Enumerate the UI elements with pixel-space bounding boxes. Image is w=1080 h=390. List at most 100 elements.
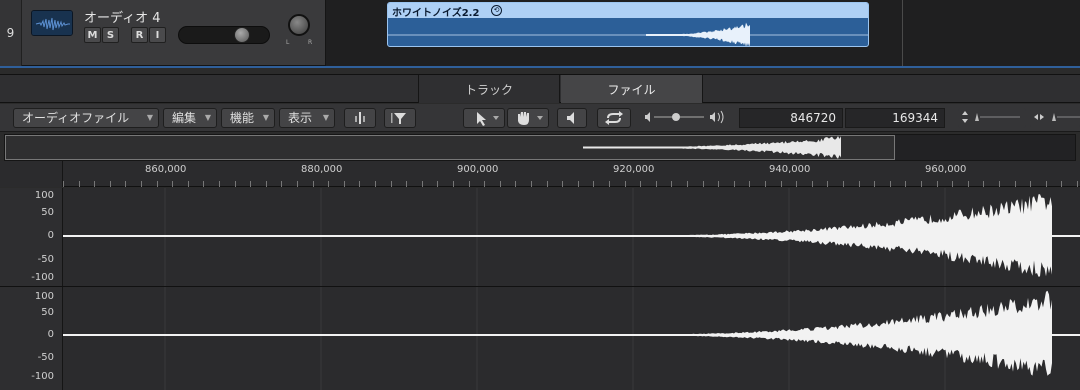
ruler-tick: [359, 181, 360, 187]
ruler-tick: [703, 181, 704, 187]
volume-slider-handle[interactable]: [234, 27, 250, 43]
cycle-button[interactable]: [597, 108, 631, 128]
ruler-tick: [375, 181, 376, 187]
ruler-tick: [734, 181, 735, 187]
ruler-tick: [1015, 181, 1016, 187]
ruler-label: 940,000: [769, 164, 811, 175]
overview-waveform: [583, 136, 841, 159]
funnel-icon: [391, 113, 406, 124]
ruler-tick: [157, 181, 158, 187]
preview-volume-slider[interactable]: [640, 108, 730, 128]
hand-tool-menu[interactable]: [507, 108, 549, 128]
ruler-tick: [94, 181, 95, 187]
track-number: 9: [0, 0, 22, 66]
sample-ruler[interactable]: 860,000 880,000 900,000 920,000 940,000 960,0…: [0, 161, 1080, 187]
ruler-tick: [500, 181, 501, 187]
ruler-tick: [313, 181, 314, 187]
ruler-tick: [281, 181, 282, 187]
catch-playhead-icon: [355, 112, 365, 124]
track-header[interactable]: 9 オーディオ 4 M S R I L R: [0, 0, 326, 66]
ruler-tick: [749, 181, 750, 187]
ruler-tick: [905, 181, 906, 187]
ruler-tick: [547, 181, 548, 187]
amplitude-label: -50: [37, 254, 54, 265]
ruler-tick: [625, 181, 626, 187]
ruler-tick: [422, 181, 423, 187]
ruler-tick: [640, 181, 641, 187]
editor-tab-bar: トラック ファイル: [0, 74, 1080, 103]
cycle-icon: [605, 111, 623, 125]
ruler-tick: [874, 181, 875, 187]
audio-file-menu[interactable]: オーディオファイル ▼: [13, 108, 159, 128]
edit-menu[interactable]: 編集 ▼: [163, 108, 217, 128]
start-position-field[interactable]: 846720: [739, 108, 843, 128]
ruler-tick: [297, 181, 298, 187]
tab-track[interactable]: トラック: [418, 75, 560, 103]
catch-playhead-button[interactable]: [344, 108, 376, 128]
filter-button[interactable]: [384, 108, 416, 128]
waveform-left[interactable]: [63, 188, 1080, 286]
ruler-tick: [125, 181, 126, 187]
region-waveform: [388, 22, 868, 46]
record-enable-button[interactable]: R: [131, 27, 148, 43]
ruler-tick: [812, 181, 813, 187]
ruler-tick: [79, 181, 80, 187]
waveform-right[interactable]: [63, 287, 1080, 390]
hand-icon: [518, 112, 543, 125]
mute-button[interactable]: M: [84, 27, 101, 43]
waveform-icon: [31, 10, 73, 36]
ruler-tick: [781, 181, 782, 187]
ruler-tick: [188, 181, 189, 187]
pan-knob[interactable]: [288, 14, 310, 36]
ruler-tick: [765, 181, 766, 187]
ruler-tick: [63, 181, 64, 187]
ruler-tick: [1030, 181, 1031, 187]
ruler-tick: [266, 181, 267, 187]
pan-right-label: R: [308, 39, 313, 46]
section-divider: [0, 66, 1080, 68]
ruler-tick: [203, 181, 204, 187]
track-name[interactable]: オーディオ 4: [84, 7, 161, 26]
vertical-zoom-slider[interactable]: [958, 108, 1026, 128]
amplitude-label: 100: [34, 190, 54, 201]
volume-slider-graphic: [645, 110, 724, 124]
ruler-tick: [656, 181, 657, 187]
ruler-tick: [890, 181, 891, 187]
ruler-tick: [344, 181, 345, 187]
ruler-tick: [952, 181, 953, 187]
waveform-overview[interactable]: [4, 134, 1076, 161]
ruler-tick: [687, 181, 688, 187]
pointer-tool-menu[interactable]: [463, 108, 505, 128]
functions-menu[interactable]: 機能 ▼: [221, 108, 275, 128]
chevron-down-icon: ▼: [322, 113, 329, 122]
grid-line: [902, 0, 903, 66]
horizontal-zoom-slider[interactable]: [1030, 108, 1080, 128]
edit-menu-label: 編集: [172, 111, 197, 125]
input-monitor-button[interactable]: I: [149, 27, 166, 43]
chevron-down-icon: ▼: [146, 113, 153, 122]
ruler-tick: [718, 181, 719, 187]
audio-file-menu-label: オーディオファイル: [22, 111, 130, 125]
ruler-tick: [328, 181, 329, 187]
audio-region[interactable]: ホワイトノイズ2.2 ⟲: [387, 2, 869, 47]
solo-button[interactable]: S: [102, 27, 119, 43]
ruler-tick: [796, 181, 797, 187]
ruler-tick: [406, 181, 407, 187]
ruler-tick: [827, 181, 828, 187]
ruler-tick: [172, 181, 173, 187]
channel-left: 100 50 0 -50 -100: [0, 188, 1080, 286]
tab-file[interactable]: ファイル: [561, 75, 703, 103]
volume-slider[interactable]: [178, 26, 270, 44]
view-menu[interactable]: 表示 ▼: [279, 108, 335, 128]
ruler-tick: [609, 181, 610, 187]
length-field[interactable]: 169344: [845, 108, 945, 128]
ruler-label: 860,000: [145, 164, 187, 175]
channel-right: 100 50 0 -50 -100: [0, 287, 1080, 390]
region-title: ホワイトノイズ2.2: [392, 8, 480, 19]
horizontal-zoom-icon: [1034, 113, 1080, 121]
ruler-tick: [968, 181, 969, 187]
ruler-tick: [859, 181, 860, 187]
ruler-tick: [453, 181, 454, 187]
speaker-button[interactable]: [557, 108, 587, 128]
editor-toolbar: オーディオファイル ▼ 編集 ▼ 機能 ▼ 表示 ▼ 846720 169344: [0, 104, 1080, 132]
